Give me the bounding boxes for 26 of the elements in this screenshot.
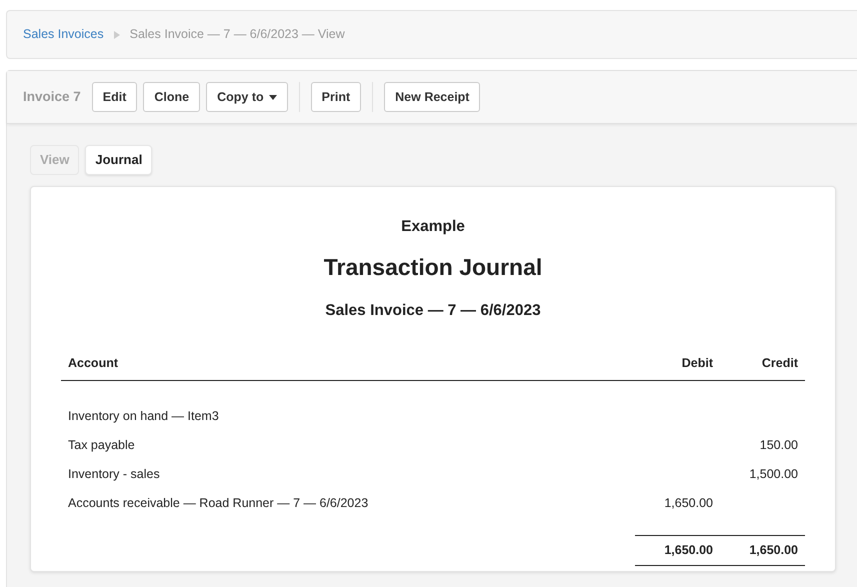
- breadcrumb-link[interactable]: Sales Invoices: [23, 25, 104, 44]
- toolbar-button[interactable]: Clone: [143, 82, 200, 112]
- toolbar-button[interactable]: Edit: [92, 82, 138, 112]
- amount-cell-text: 1,650.00: [663, 494, 714, 512]
- breadcrumb-current: Sales Invoice — 7 — 6/6/2023 — View: [130, 26, 345, 44]
- invoice-title: Invoice 7: [23, 88, 81, 106]
- account-cell-text: Tax payable: [67, 437, 136, 454]
- report-title: Transaction Journal: [322, 253, 544, 282]
- tab[interactable]: Journal: [85, 145, 152, 175]
- account-cell-text: Inventory - sales: [67, 466, 161, 483]
- dropdown-button[interactable]: Copy to: [206, 82, 288, 112]
- column-header: Debit: [635, 347, 720, 380]
- chevron-icon: [114, 30, 120, 38]
- company-name: Example: [400, 217, 466, 237]
- column-header: Credit: [720, 347, 805, 380]
- account-cell-text: Accounts receivable — Road Runner — 7 — 6/6/2023: [67, 494, 370, 512]
- caret-icon: [268, 95, 277, 100]
- account-cell-text: Inventory on hand — Item3: [67, 408, 220, 426]
- amount-cell-text: 150.00: [758, 437, 799, 454]
- amount-cell-text: 1,500.00: [748, 466, 799, 483]
- report-subtitle: Sales Invoice — 7 — 6/6/2023: [324, 300, 542, 321]
- total-cell: 1,650.00: [635, 535, 720, 565]
- column-header: Account: [61, 347, 635, 380]
- toolbar-button[interactable]: Print: [310, 82, 362, 112]
- total-cell: 1,650.00: [720, 535, 805, 565]
- toolbar-button[interactable]: New Receipt: [384, 82, 480, 112]
